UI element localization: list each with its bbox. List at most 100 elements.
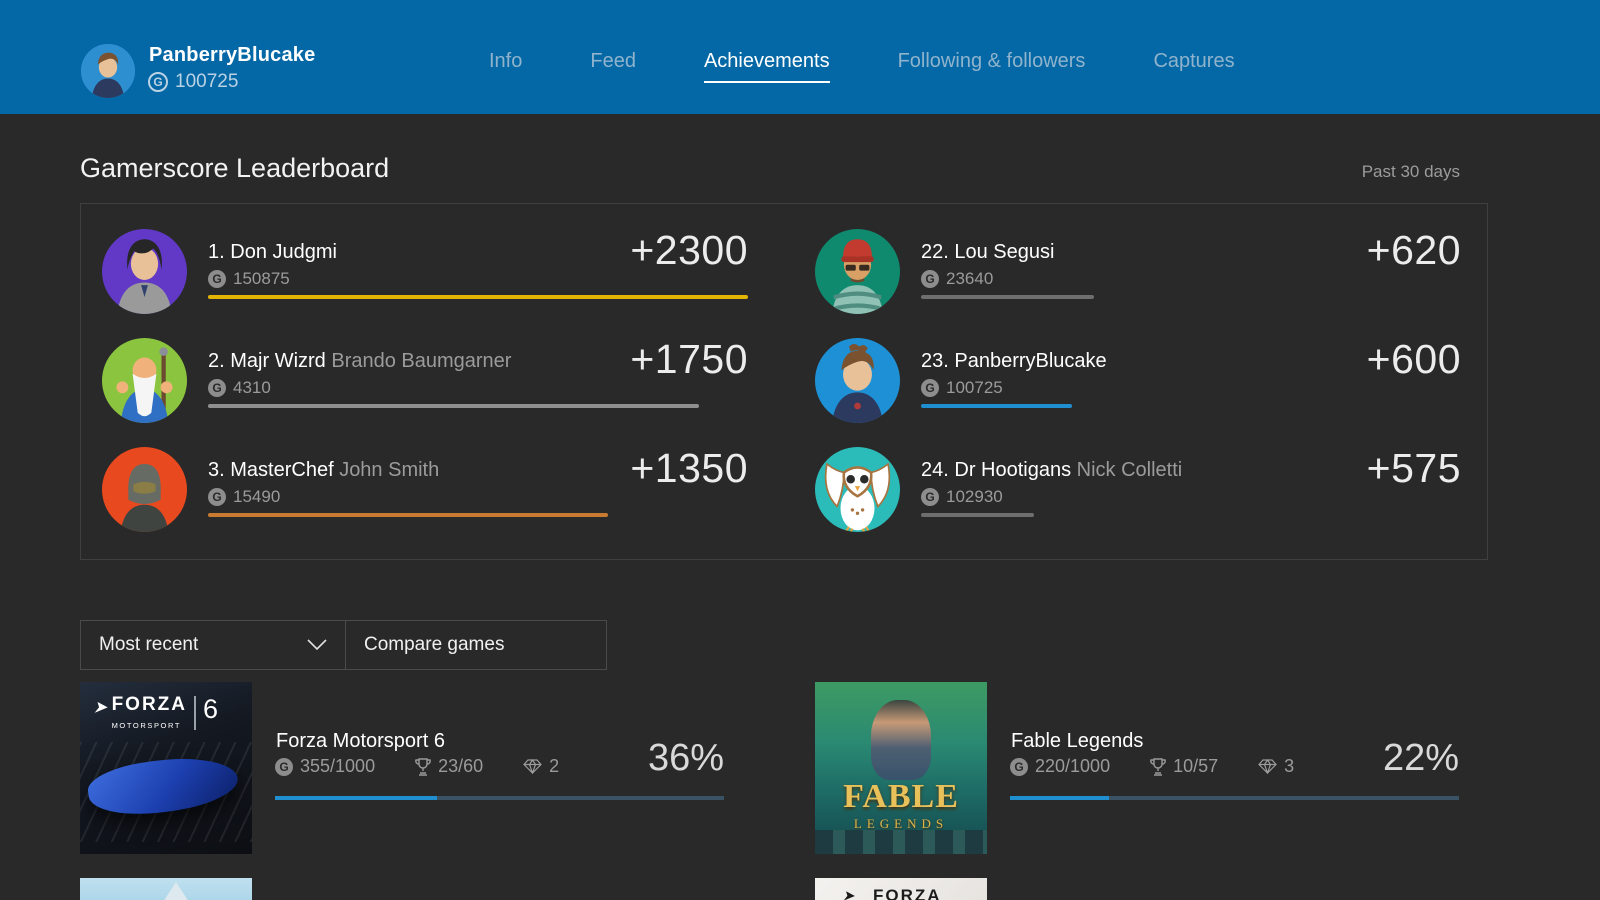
tab-info[interactable]: Info xyxy=(489,50,522,83)
entry-gain: +1350 xyxy=(630,445,748,492)
gamerscore-icon: G xyxy=(208,379,226,397)
forza-6-logo: ➤ FORZA MOTORSPORT 6 xyxy=(94,696,218,733)
header-gamerscore: G 100725 xyxy=(148,71,238,93)
entry-bar xyxy=(208,404,699,408)
gamerscore-icon: G xyxy=(208,270,226,288)
entry-gamerscore: G 4310 xyxy=(208,378,271,398)
entry-name: 23. PanberryBlucake xyxy=(921,350,1107,373)
entry-gamerscore: G 100725 xyxy=(921,378,1003,398)
avatar-masterchef xyxy=(102,447,187,532)
header-gamerscore-value: 100725 xyxy=(175,71,238,93)
tab-captures[interactable]: Captures xyxy=(1153,50,1234,83)
trophy-icon xyxy=(1150,758,1166,776)
gem-icon xyxy=(1258,759,1277,774)
game-row-fable-legends[interactable]: FABLE LEGENDS Fable Legends G 220/1000 1… xyxy=(815,682,1459,854)
tab-achievements[interactable]: Achievements xyxy=(704,50,830,83)
gamerscore-icon: G xyxy=(148,72,168,92)
entry-bar xyxy=(921,295,1094,299)
game-stats: G 355/1000 23/60 2 xyxy=(275,756,559,777)
game-title: Forza Motorsport 6 xyxy=(276,730,445,753)
entry-gamerscore: G 150875 xyxy=(208,269,290,289)
fable-hero-art xyxy=(871,700,931,780)
xbox-achievements-page: PanberryBlucake G 100725 Info Feed Achie… xyxy=(0,0,1600,900)
sort-dropdown[interactable]: Most recent xyxy=(80,620,346,670)
leaderboard-entry-24[interactable]: 24. Dr Hootigans Nick Colletti G 102930 … xyxy=(815,447,1461,532)
leaderboard-period: Past 30 days xyxy=(1362,162,1460,182)
forza-apex-logo: FORZA xyxy=(873,886,942,900)
fable-logo: FABLE xyxy=(815,778,987,816)
entry-gain: +575 xyxy=(1367,445,1461,492)
avatar-owl xyxy=(815,447,900,532)
games-toolbar: Most recent Compare games xyxy=(80,620,607,670)
entry-bar-track xyxy=(921,404,1461,408)
entry-bar xyxy=(921,513,1034,517)
entry-name: 24. Dr Hootigans Nick Colletti xyxy=(921,459,1182,482)
game-progress-fill xyxy=(1010,796,1109,800)
game-percent: 36% xyxy=(648,737,724,780)
tab-following-followers[interactable]: Following & followers xyxy=(898,50,1086,83)
game-row-forza-6[interactable]: ➤ FORZA MOTORSPORT 6 Forza Motorsport 6 … xyxy=(80,682,724,854)
entry-gamerscore: G 102930 xyxy=(921,487,1003,507)
tab-feed[interactable]: Feed xyxy=(590,50,636,83)
entry-bar-track xyxy=(921,513,1461,517)
chevron-down-icon xyxy=(307,639,327,651)
next-game-boxart-right[interactable]: ➤ FORZA xyxy=(815,878,987,900)
game-challenges: 2 xyxy=(523,756,559,777)
fable-figures-art xyxy=(815,830,987,854)
entry-gamerscore: G 23640 xyxy=(921,269,993,289)
leaderboard-entry-2[interactable]: 2. Majr Wizrd Brando Baumgarner G 4310 +… xyxy=(102,338,748,423)
game-gamerscore: G 355/1000 xyxy=(275,756,375,777)
gamerscore-icon: G xyxy=(208,488,226,506)
gamerscore-icon: G xyxy=(921,379,939,397)
entry-name: 2. Majr Wizrd Brando Baumgarner xyxy=(208,350,511,373)
game-achievements: 23/60 xyxy=(415,756,483,777)
avatar-don-judgmi xyxy=(102,229,187,314)
entry-gain: +2300 xyxy=(630,227,748,274)
game-percent: 22% xyxy=(1383,737,1459,780)
gamerscore-icon: G xyxy=(921,270,939,288)
trophy-icon xyxy=(415,758,431,776)
avatar-panberry-icon xyxy=(81,44,135,98)
avatar-majr-wizrd xyxy=(102,338,187,423)
game-stats: G 220/1000 10/57 3 xyxy=(1010,756,1294,777)
avatar-panberry-icon xyxy=(815,338,900,423)
gamerscore-icon: G xyxy=(921,488,939,506)
entry-bar xyxy=(208,295,748,299)
game-progress-track xyxy=(275,796,724,800)
gamerscore-icon: G xyxy=(1010,758,1028,776)
fable-legends-boxart[interactable]: FABLE LEGENDS xyxy=(815,682,987,854)
entry-bar-track xyxy=(208,513,748,517)
entry-bar xyxy=(208,513,608,517)
entry-gamerscore: G 15490 xyxy=(208,487,280,507)
user-avatar[interactable] xyxy=(81,44,135,98)
entry-name: 1. Don Judgmi xyxy=(208,241,337,264)
entry-name: 3. MasterChef John Smith xyxy=(208,459,439,482)
entry-bar-track xyxy=(921,295,1461,299)
leaderboard-entry-3[interactable]: 3. MasterChef John Smith G 15490 +1350 xyxy=(102,447,748,532)
profile-header: PanberryBlucake G 100725 Info Feed Achie… xyxy=(0,0,1600,114)
next-game-boxart-left[interactable] xyxy=(80,878,252,900)
game-progress-fill xyxy=(275,796,437,800)
compare-games-button[interactable]: Compare games xyxy=(345,620,607,670)
leaderboard-entry-22[interactable]: 22. Lou Segusi G 23640 +620 xyxy=(815,229,1461,314)
entry-gain: +620 xyxy=(1367,227,1461,274)
entry-bar-track xyxy=(208,295,748,299)
entry-bar xyxy=(921,404,1072,408)
header-username: PanberryBlucake xyxy=(149,44,315,67)
gem-icon xyxy=(523,759,542,774)
entry-name: 22. Lou Segusi xyxy=(921,241,1054,264)
mountain-art xyxy=(150,882,202,900)
entry-gain: +1750 xyxy=(630,336,748,383)
leaderboard-panel: 1. Don Judgmi G 150875 +2300 xyxy=(80,203,1488,560)
game-achievements: 10/57 xyxy=(1150,756,1218,777)
leaderboard-entry-23[interactable]: 23. PanberryBlucake G 100725 +600 xyxy=(815,338,1461,423)
entry-bar-track xyxy=(208,404,748,408)
avatar-lou-segusi xyxy=(815,229,900,314)
forza-chevron-art: ➤ xyxy=(843,888,854,900)
leaderboard-entry-1[interactable]: 1. Don Judgmi G 150875 +2300 xyxy=(102,229,748,314)
gamerscore-icon: G xyxy=(275,758,293,776)
forza-6-boxart[interactable]: ➤ FORZA MOTORSPORT 6 xyxy=(80,682,252,854)
game-gamerscore: G 220/1000 xyxy=(1010,756,1110,777)
entry-gain: +600 xyxy=(1367,336,1461,383)
game-progress-track xyxy=(1010,796,1459,800)
